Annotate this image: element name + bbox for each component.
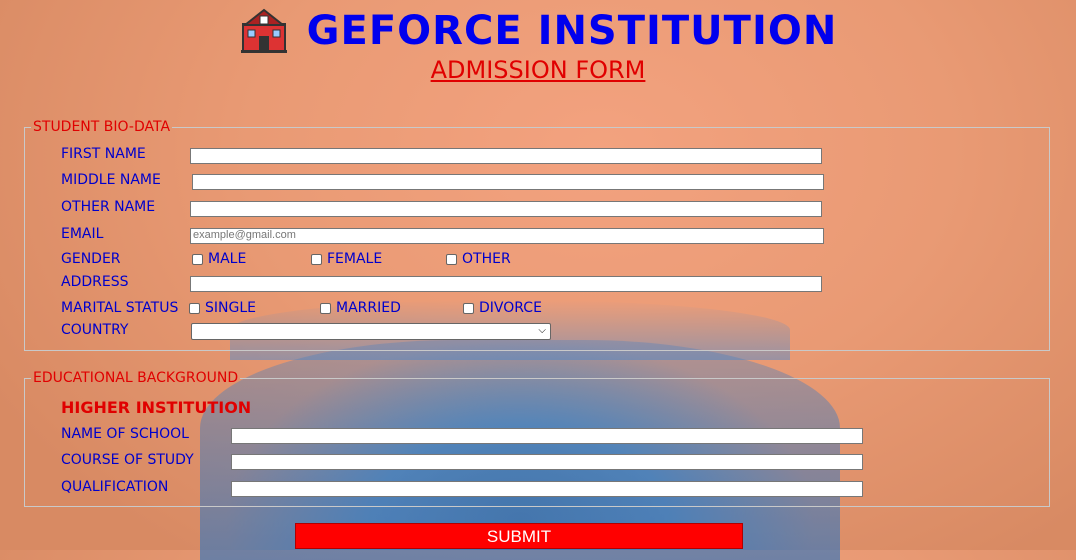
- checkbox-box[interactable]: [446, 253, 457, 265]
- course-label: COURSE OF STUDY: [61, 452, 194, 468]
- checkbox-box[interactable]: [320, 302, 331, 314]
- higher-institution-heading: HIGHER INSTITUTION: [61, 398, 252, 417]
- middle-name-input[interactable]: [192, 174, 824, 190]
- first-name-label: FIRST NAME: [61, 146, 146, 162]
- marital-single-label: SINGLE: [205, 300, 256, 316]
- chevron-down-icon: ⌵: [538, 325, 546, 336]
- checkbox-box[interactable]: [311, 253, 322, 265]
- gender-female-checkbox[interactable]: FEMALE: [311, 251, 382, 267]
- country-label: COUNTRY: [61, 322, 129, 338]
- school-label: NAME OF SCHOOL: [61, 426, 189, 442]
- address-label: ADDRESS: [61, 274, 129, 290]
- marital-divorce-checkbox[interactable]: DIVORCE: [463, 300, 542, 316]
- qualification-label: QUALIFICATION: [61, 479, 169, 495]
- submit-button[interactable]: SUBMIT: [295, 523, 743, 549]
- gender-label: GENDER: [61, 251, 121, 267]
- bio-data-legend: STUDENT BIO-DATA: [33, 119, 171, 135]
- email-input[interactable]: example@gmail.com: [190, 228, 824, 244]
- checkbox-box[interactable]: [189, 302, 200, 314]
- gender-male-checkbox[interactable]: MALE: [192, 251, 246, 267]
- educational-legend: EDUCATIONAL BACKGROUND: [33, 370, 239, 386]
- address-input[interactable]: [190, 276, 822, 292]
- gender-female-label: FEMALE: [327, 251, 383, 267]
- country-select[interactable]: ⌵: [191, 323, 551, 340]
- gender-male-label: MALE: [208, 251, 247, 267]
- qualification-input[interactable]: [231, 481, 863, 497]
- page-header: GEFORCE INSTITUTION ADMISSION FORM: [0, 8, 1076, 84]
- course-input[interactable]: [231, 454, 863, 470]
- other-name-input[interactable]: [190, 201, 822, 217]
- marital-married-checkbox[interactable]: MARRIED: [320, 300, 401, 316]
- checkbox-box[interactable]: [463, 302, 474, 314]
- email-label: EMAIL: [61, 226, 104, 242]
- marital-single-checkbox[interactable]: SINGLE: [189, 300, 256, 316]
- marital-status-label: MARITAL STATUS: [61, 300, 179, 316]
- gender-other-label: OTHER: [462, 251, 511, 267]
- marital-divorce-label: DIVORCE: [479, 300, 542, 316]
- other-name-label: OTHER NAME: [61, 199, 156, 215]
- first-name-input[interactable]: [190, 148, 822, 164]
- middle-name-label: MIDDLE NAME: [61, 172, 161, 188]
- page-title: GEFORCE INSTITUTION: [306, 8, 838, 54]
- checkbox-box[interactable]: [192, 253, 203, 265]
- gender-other-checkbox[interactable]: OTHER: [446, 251, 511, 267]
- school-input[interactable]: [231, 428, 863, 444]
- marital-married-label: MARRIED: [336, 300, 401, 316]
- page-subtitle: ADMISSION FORM: [430, 56, 646, 84]
- school-icon: [239, 8, 289, 54]
